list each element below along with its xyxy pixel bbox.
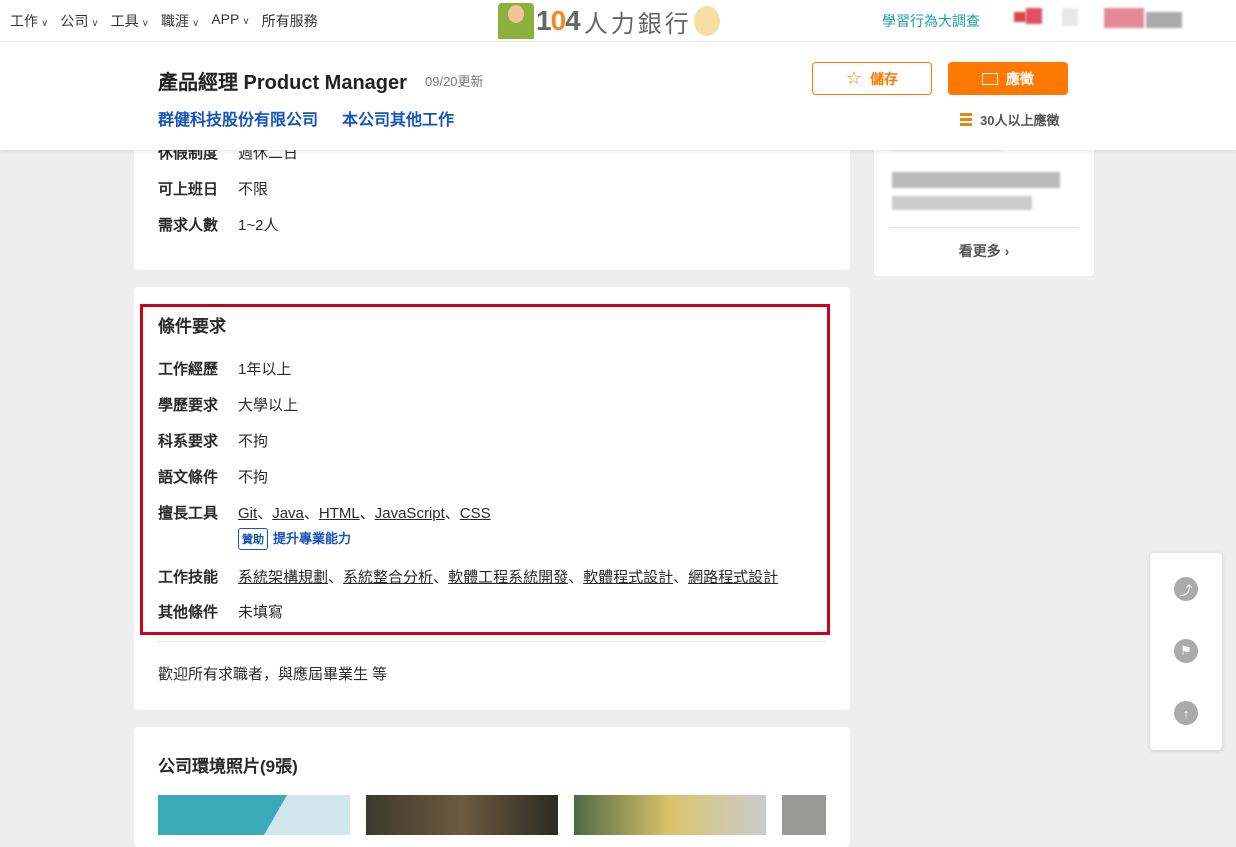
logo-104[interactable]: 104 人力銀行 [498, 2, 720, 40]
nav-menu: 工作 ∨ 公司 ∨ 工具 ∨ 職涯 ∨ APP ∨ 所有服務 [10, 11, 318, 31]
value: 1~2人 [238, 217, 279, 234]
value: 不限 [238, 181, 269, 198]
share-icon[interactable]: ⤴ [1174, 577, 1198, 601]
star-icon: ☆ [845, 68, 863, 88]
photos-card: 公司環境照片(9張) [134, 727, 850, 847]
logo-text: 人力銀行 [583, 10, 692, 38]
logo-number: 104 [536, 5, 581, 36]
sun-mascot-icon [693, 6, 720, 36]
chevron-down-icon: ∨ [91, 18, 99, 29]
save-button[interactable]: ☆ 儲存 [812, 62, 932, 95]
chevron-right-icon: › [1004, 243, 1010, 259]
nav-label: APP [211, 11, 240, 27]
nav-item-career[interactable]: 職涯 ∨ [161, 11, 199, 31]
report-flag-icon[interactable]: ⚑ [1174, 639, 1198, 663]
chevron-down-icon: ∨ [242, 16, 250, 27]
nav-item-company[interactable]: 公司 ∨ [60, 11, 98, 31]
mail-icon [982, 72, 998, 85]
nav-label: 所有服務 [261, 13, 318, 29]
notification-blurred [1026, 8, 1042, 24]
chevron-down-icon: ∨ [141, 18, 149, 29]
icon-blurred[interactable] [1062, 8, 1078, 26]
survey-link[interactable]: 學習行為大調查 [882, 11, 980, 31]
blurred-text [892, 196, 1032, 210]
user-avatar-blurred[interactable] [1014, 12, 1026, 22]
company-link[interactable]: 群健科技股份有限公司 [158, 106, 318, 130]
user-blurred[interactable] [1104, 8, 1144, 28]
top-nav: 工作 ∨ 公司 ∨ 工具 ∨ 職涯 ∨ APP ∨ 所有服務 104 人力銀行 學習行為大… [0, 0, 1236, 42]
nav-item-tools[interactable]: 工具 ∨ [111, 11, 149, 31]
mascot-icon [498, 3, 534, 39]
applicants-count: 30人以上應徵 [960, 110, 1059, 129]
company-photo[interactable] [366, 795, 558, 835]
updated-date: 09/20更新 [425, 74, 484, 89]
label: 需求人數 [158, 217, 219, 234]
divider [890, 227, 1078, 228]
nav-label: 公司 [60, 13, 89, 29]
applicants-text: 30人以上應徵 [980, 113, 1060, 128]
other-jobs-link[interactable]: 本公司其他工作 [342, 106, 454, 130]
photos-title: 公司環境照片(9張) [158, 757, 298, 776]
nav-item-app[interactable]: APP ∨ [211, 11, 249, 31]
nav-label: 職涯 [160, 13, 189, 29]
nav-item-work[interactable]: 工作 ∨ [10, 11, 48, 31]
chevron-down-icon: ∨ [41, 18, 49, 29]
row-start-date: 可上班日 不限 [158, 178, 268, 199]
nav-item-all-services[interactable]: 所有服務 [262, 11, 318, 31]
company-photo[interactable] [158, 795, 350, 835]
chevron-down-icon: ∨ [191, 18, 200, 29]
apply-button[interactable]: 應徵 [948, 62, 1068, 95]
back-to-top-icon[interactable]: ↑ [1174, 701, 1198, 725]
applicants-bars-icon [960, 112, 972, 127]
see-more-label: 看更多 [958, 243, 1001, 259]
blurred-text [892, 172, 1060, 188]
highlight-box [140, 304, 830, 635]
username-blurred[interactable] [1146, 12, 1182, 28]
job-title: 產品經理 Product Manager [158, 72, 407, 94]
nav-label: 工具 [110, 13, 139, 29]
label: 可上班日 [158, 181, 219, 198]
row-headcount: 需求人數 1~2人 [158, 214, 278, 235]
company-photo[interactable] [574, 795, 766, 835]
welcome-text: 歡迎所有求職者，與應屆畢業生 等 [158, 666, 388, 683]
divider [158, 641, 826, 642]
apply-label: 應徵 [1006, 70, 1034, 87]
job-header: 產品經理 Product Manager 09/20更新 群健科技股份有限公司 … [0, 42, 1236, 150]
save-label: 儲存 [870, 70, 899, 87]
nav-label: 工作 [10, 13, 38, 29]
floating-toolbar: ⤴ ⚑ ↑ [1150, 553, 1222, 750]
company-photo[interactable] [782, 795, 826, 835]
see-more-link[interactable]: 看更多 › [874, 241, 1094, 261]
